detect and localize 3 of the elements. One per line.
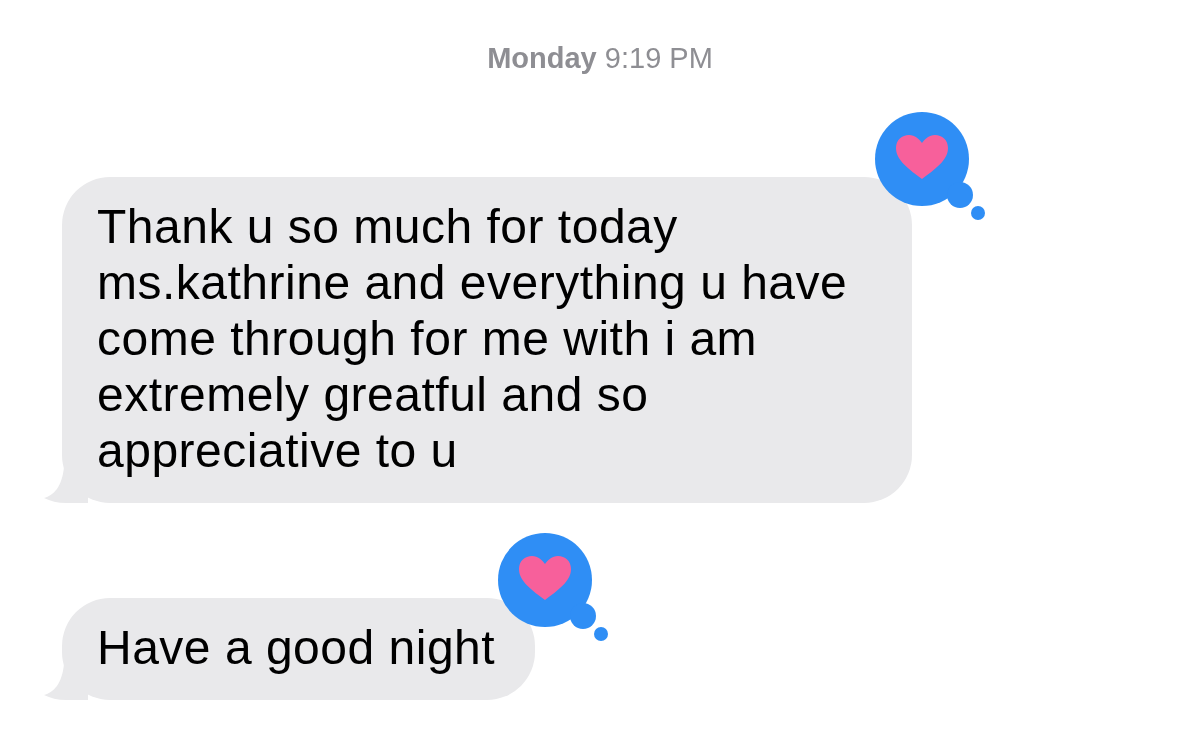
message-text: Thank u so much for today ms.kathrine and everything u have come through for me with i am extremely greatful and so appreciative to u [97,200,848,477]
message-text: Have a good night [97,621,496,674]
message-timestamp: Monday 9:19 PM [487,42,713,75]
